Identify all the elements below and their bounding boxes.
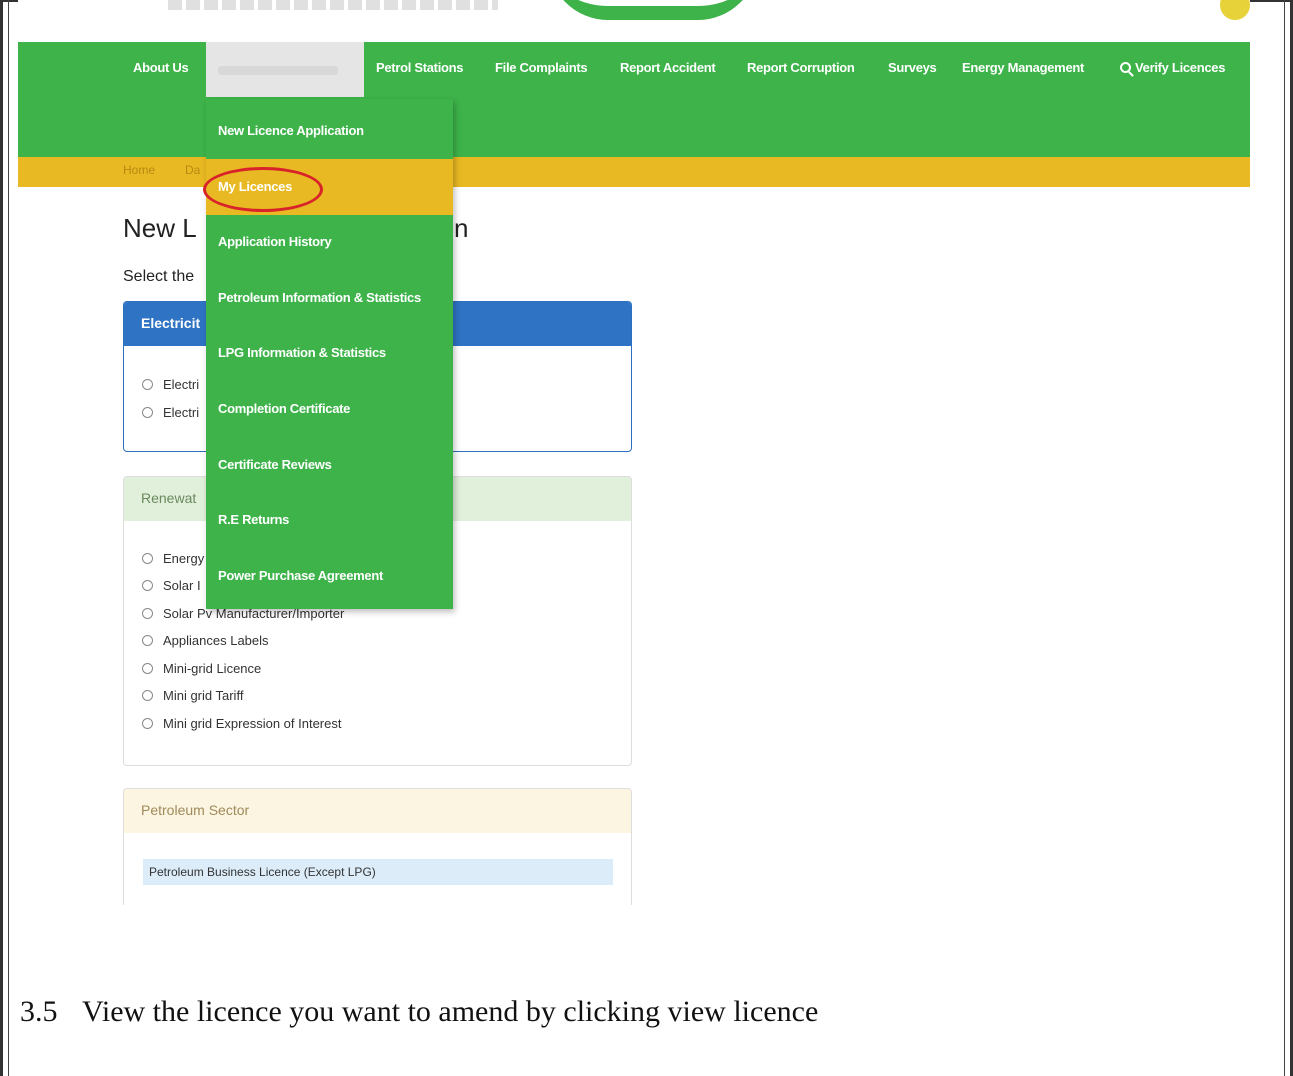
- electricity-option[interactable]: Electri: [142, 377, 199, 392]
- menu-power-purchase-agreement[interactable]: Power Purchase Agreement: [206, 548, 453, 604]
- website-screenshot: About Us Petrol Stations File Complaints…: [18, 0, 1250, 905]
- renewable-option[interactable]: Mini grid Expression of Interest: [142, 716, 341, 731]
- menu-new-licence-application[interactable]: New Licence Application: [206, 103, 453, 159]
- radio-button[interactable]: [142, 635, 153, 646]
- frame-line-left: [8, 0, 9, 1076]
- menu-certificate-reviews[interactable]: Certificate Reviews: [206, 437, 453, 493]
- renewable-option[interactable]: Mini grid Tariff: [142, 688, 243, 703]
- breadcrumb-home[interactable]: Home: [123, 163, 155, 177]
- breadcrumb-current[interactable]: Da: [185, 163, 200, 177]
- nav-verify-licences[interactable]: Verify Licences: [1120, 60, 1225, 80]
- main-nav: About Us Petrol Stations File Complaints…: [18, 42, 1250, 157]
- menu-lpg-information[interactable]: LPG Information & Statistics: [206, 325, 453, 381]
- page-title-tail: n: [454, 213, 469, 243]
- nav-energy-management[interactable]: Energy Management: [962, 60, 1084, 80]
- menu-completion-certificate[interactable]: Completion Certificate: [206, 381, 453, 437]
- nav-about-us[interactable]: About Us: [133, 60, 189, 80]
- nav-surveys[interactable]: Surveys: [888, 60, 937, 80]
- renewable-option[interactable]: Solar I: [142, 578, 201, 593]
- search-icon: [1120, 62, 1131, 73]
- select-prompt: Select the: [123, 268, 195, 285]
- highlight-annotation-circle: [203, 167, 323, 212]
- breadcrumb: Home Da: [18, 157, 1250, 187]
- renewable-option[interactable]: Energy: [142, 551, 204, 566]
- petroleum-business-licence-item[interactable]: Petroleum Business Licence (Except LPG): [143, 859, 613, 885]
- radio-button[interactable]: [142, 379, 153, 390]
- caption-text: View the licence you want to amend by cl…: [82, 995, 819, 1028]
- nav-verify-label: Verify Licences: [1135, 60, 1226, 75]
- nav-file-complaints[interactable]: File Complaints: [495, 60, 588, 80]
- petroleum-panel-title: Petroleum Sector: [124, 789, 631, 833]
- nav-report-corruption[interactable]: Report Corruption: [747, 60, 855, 80]
- nav-licensing-hover[interactable]: [206, 42, 364, 97]
- radio-button[interactable]: [142, 663, 153, 674]
- radio-button[interactable]: [142, 553, 153, 564]
- frame-line-right: [1284, 0, 1285, 1076]
- menu-re-returns[interactable]: R.E Returns: [206, 492, 453, 548]
- petroleum-panel: Petroleum Sector Petroleum Business Lice…: [123, 788, 632, 905]
- radio-button[interactable]: [142, 407, 153, 418]
- caption-number: 3.5: [20, 995, 58, 1028]
- site-logo-text: [168, 0, 498, 10]
- menu-petroleum-information[interactable]: Petroleum Information & Statistics: [206, 270, 453, 326]
- electricity-option[interactable]: Electri: [142, 405, 199, 420]
- instruction-caption: 3.5 View the licence you want to amend by…: [20, 995, 818, 1029]
- radio-button[interactable]: [142, 580, 153, 591]
- renewable-option[interactable]: Mini-grid Licence: [142, 661, 261, 676]
- site-logo-accent: [1220, 0, 1250, 20]
- radio-button[interactable]: [142, 690, 153, 701]
- renewable-option[interactable]: Appliances Labels: [142, 633, 269, 648]
- nav-report-accident[interactable]: Report Accident: [620, 60, 716, 80]
- radio-button[interactable]: [142, 718, 153, 729]
- nav-petrol-stations[interactable]: Petrol Stations: [376, 60, 464, 80]
- menu-application-history[interactable]: Application History: [206, 214, 453, 270]
- site-logo-arc: [548, 0, 758, 20]
- page-title: New L: [123, 213, 197, 243]
- radio-button[interactable]: [142, 608, 153, 619]
